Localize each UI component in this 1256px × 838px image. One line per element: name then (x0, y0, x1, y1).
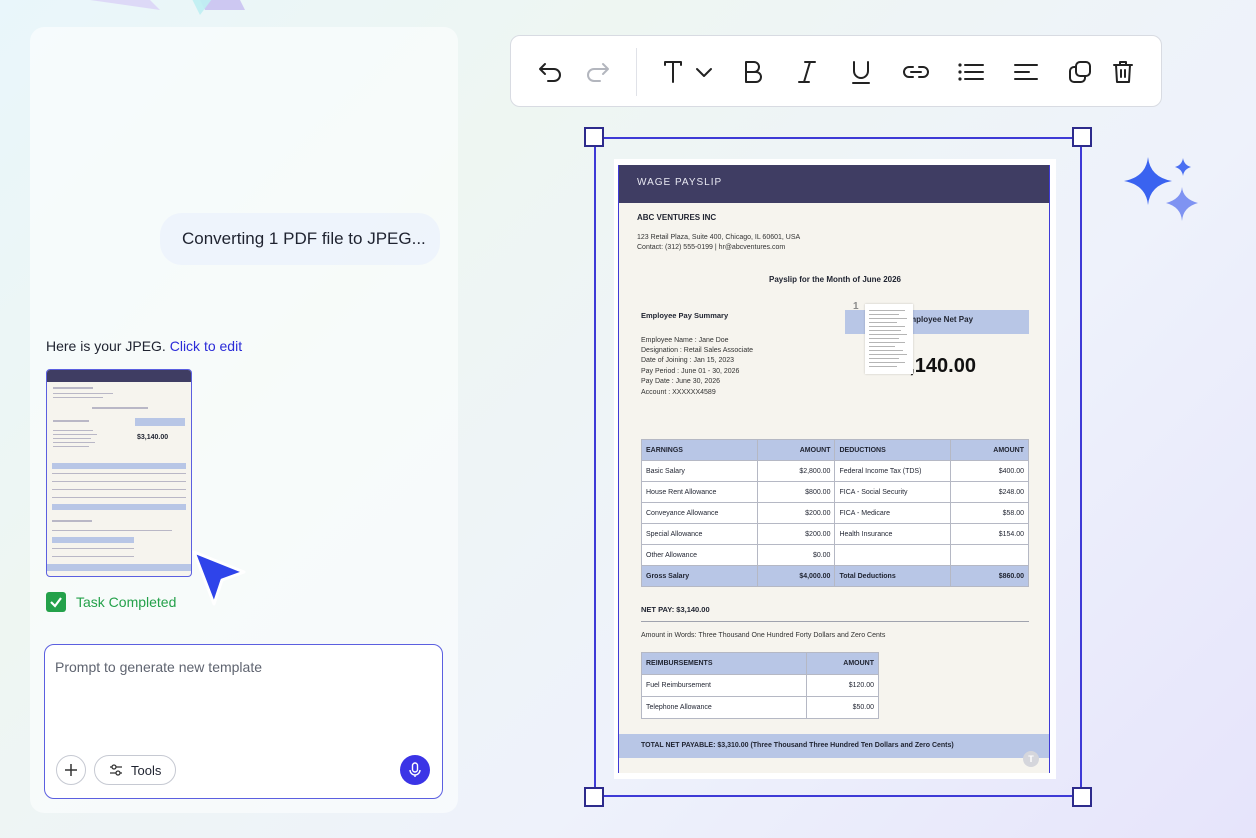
thumbnail-line (53, 442, 95, 443)
align-button[interactable] (1008, 54, 1044, 90)
microphone-icon (409, 762, 421, 777)
underline-icon (852, 61, 870, 84)
thumbnail-line (53, 434, 97, 435)
bold-button[interactable] (735, 54, 771, 90)
thumbnail-line (52, 556, 134, 557)
thumbnail-line (52, 530, 172, 531)
delete-icon (1113, 61, 1133, 83)
underline-button[interactable] (843, 54, 879, 90)
thumbnail-line (52, 489, 186, 490)
thumbnail-total-row (52, 504, 186, 510)
tools-label: Tools (131, 762, 162, 778)
click-to-edit-link[interactable]: Click to edit (170, 338, 242, 354)
thumbnail-line (53, 446, 89, 447)
italic-button[interactable] (789, 54, 825, 90)
thumbnail-line (53, 387, 93, 389)
prompt-box: Tools (44, 644, 443, 799)
list-button[interactable] (953, 54, 989, 90)
thumbnail-line (52, 473, 186, 474)
resize-handle-bottom-left[interactable] (584, 787, 604, 807)
selection-frame (594, 137, 1082, 797)
text-style-dropdown[interactable] (659, 54, 723, 90)
link-button[interactable] (898, 54, 934, 90)
thumbnail-line (52, 481, 186, 482)
microphone-button[interactable] (400, 755, 430, 785)
pointer-cursor-icon (192, 550, 246, 606)
jpeg-thumbnail[interactable]: $3,140.00 (46, 369, 192, 577)
delete-button[interactable] (1105, 54, 1141, 90)
thumbnail-header (47, 370, 191, 382)
thumbnail-line (53, 438, 91, 439)
thumbnail-line (52, 497, 186, 498)
italic-icon (798, 61, 816, 83)
redo-button[interactable] (580, 54, 616, 90)
align-icon (1014, 64, 1038, 80)
redo-icon (587, 63, 609, 82)
thumbnail-line (53, 430, 93, 431)
add-attachment-button[interactable] (56, 755, 86, 785)
resize-handle-top-right[interactable] (1072, 127, 1092, 147)
toolbar-separator (636, 48, 637, 96)
resize-handle-bottom-right[interactable] (1072, 787, 1092, 807)
thumbnail-line (53, 393, 113, 394)
thumbnail-net-value: $3,140.00 (137, 434, 169, 441)
sliders-icon (110, 764, 122, 776)
link-icon (903, 66, 929, 78)
tools-button[interactable]: Tools (94, 755, 177, 785)
resize-handle-top-left[interactable] (584, 127, 604, 147)
duplicate-icon (1069, 61, 1091, 83)
reply-text: Here is your JPEG. (46, 338, 166, 354)
thumbnail-reimb-header (52, 537, 134, 543)
text-style-icon (664, 61, 712, 83)
duplicate-button[interactable] (1062, 54, 1098, 90)
thumbnail-line (52, 520, 92, 522)
task-status: Task Completed (46, 592, 176, 612)
thumbnail-table-header (52, 463, 186, 469)
ai-sparkle-icon (1124, 157, 1198, 221)
prompt-input[interactable] (55, 659, 425, 675)
status-message-bubble: Converting 1 PDF file to JPEG... (160, 213, 440, 265)
task-check-icon (46, 592, 66, 612)
list-icon (958, 63, 984, 81)
thumbnail-line (53, 397, 103, 398)
thumbnail-net-bar (135, 418, 185, 426)
undo-button[interactable] (532, 54, 568, 90)
editor-toolbar (510, 35, 1162, 107)
bold-icon (745, 61, 762, 83)
undo-icon (539, 63, 561, 82)
thumbnail-line (92, 407, 148, 409)
task-completed-label: Task Completed (76, 594, 177, 610)
thumbnail-line (52, 548, 134, 549)
thumbnail-line (53, 420, 89, 422)
plus-icon (65, 764, 77, 776)
assistant-reply: Here is your JPEG. Click to edit (46, 338, 242, 354)
status-message: Converting 1 PDF file to JPEG... (182, 229, 426, 248)
thumbnail-total-bar (47, 564, 191, 571)
